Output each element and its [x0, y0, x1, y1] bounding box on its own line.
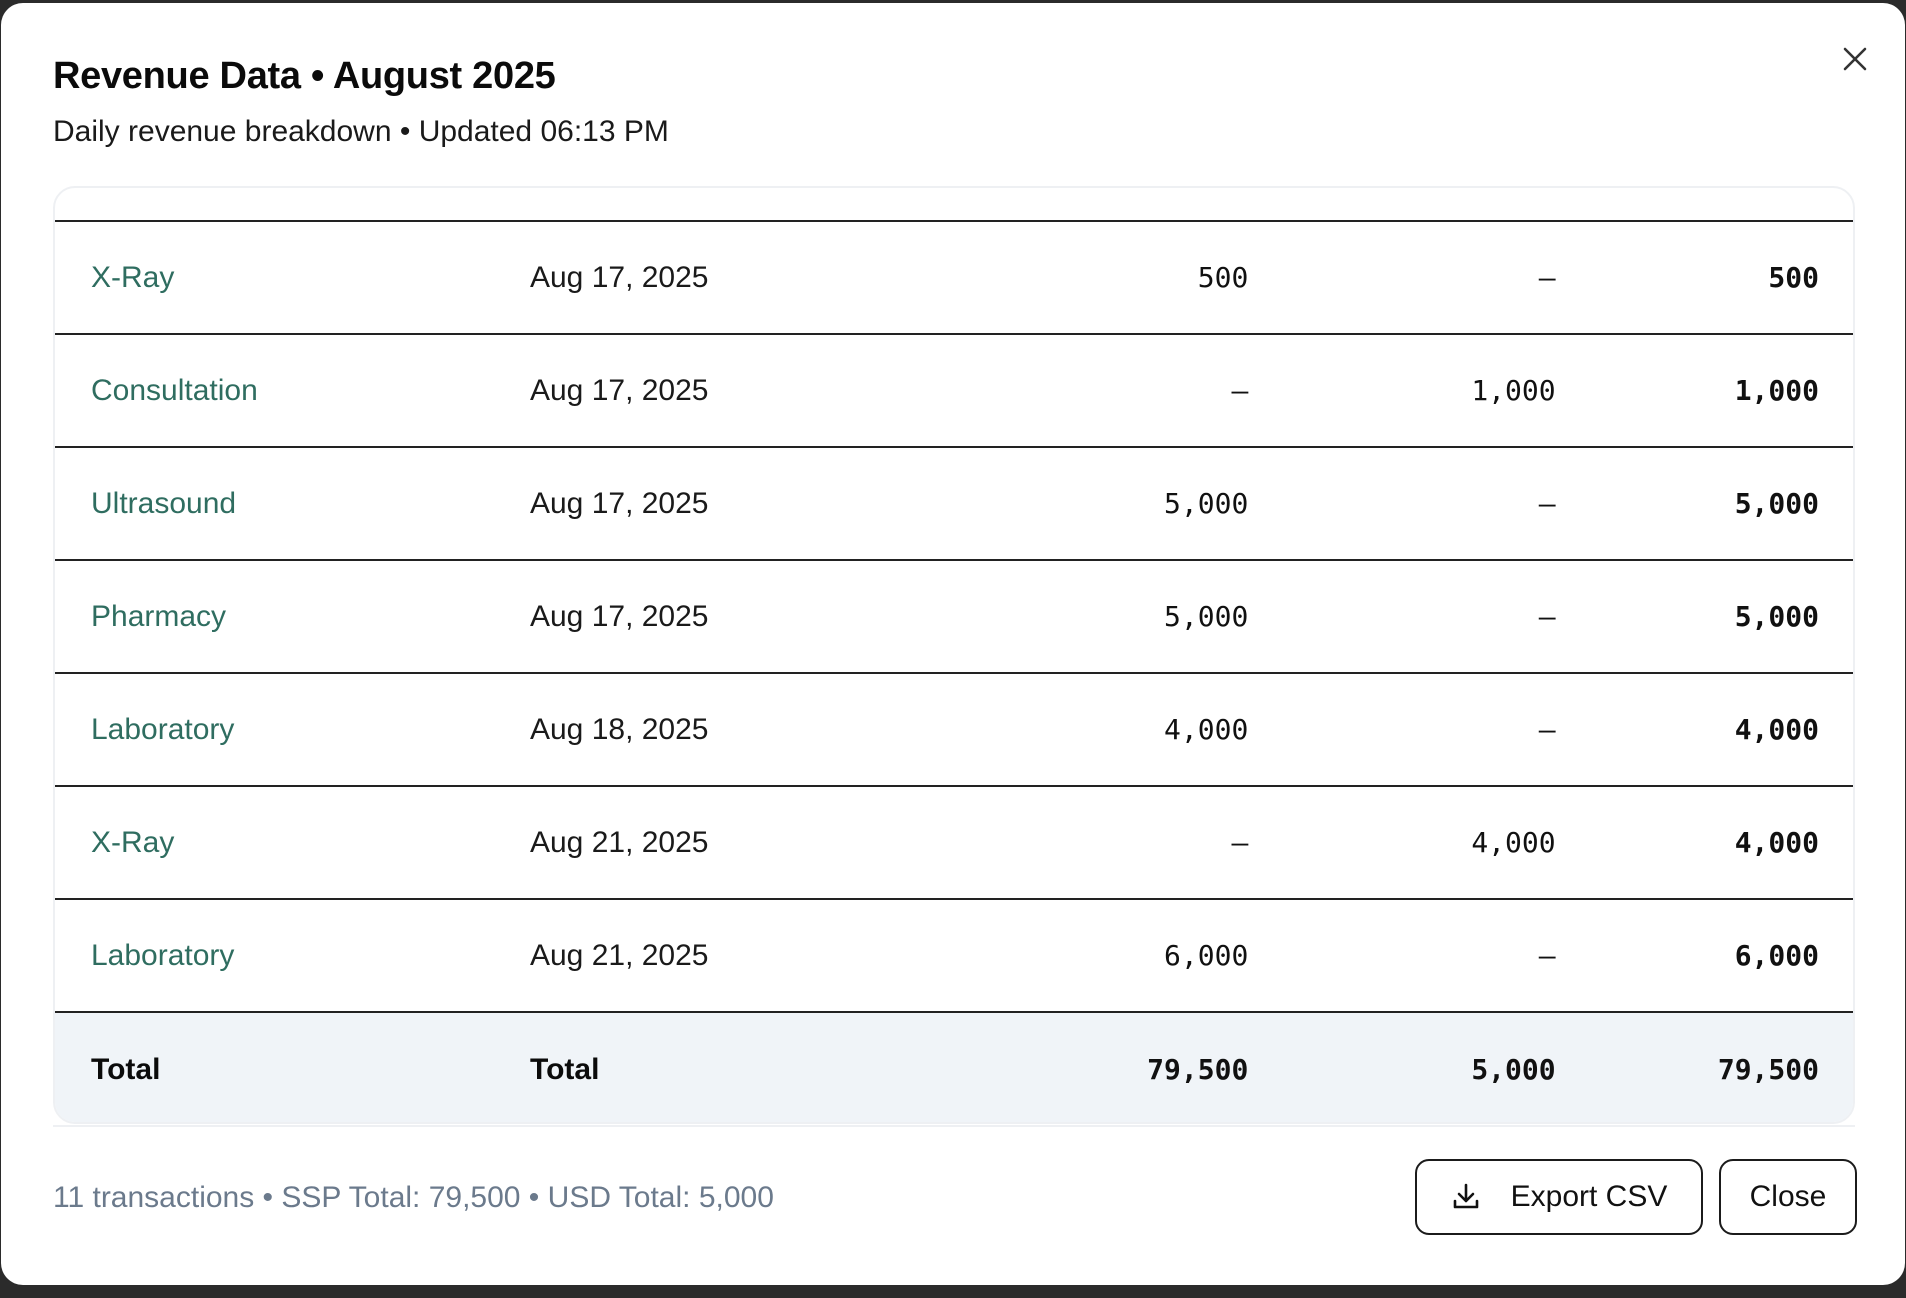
transactions-summary: 11 transactions • SSP Total: 79,500 • US… [53, 1181, 774, 1214]
date-cell: Aug 21, 2025 [529, 825, 709, 859]
ssp-amount-cell: 500 [1197, 261, 1249, 294]
service-cell[interactable]: Laboratory [55, 713, 530, 747]
date-cell: Aug 18, 2025 [529, 712, 709, 746]
row-total-cell: 4,000 [1734, 713, 1819, 746]
date-cell: Aug 17, 2025 [529, 260, 709, 294]
service-cell[interactable]: Pharmacy [55, 600, 530, 634]
date-cell: Aug 17, 2025 [529, 599, 709, 633]
service-cell[interactable]: X-Ray [55, 261, 530, 295]
usd-amount-cell: — [1538, 487, 1556, 520]
ssp-amount-cell: 5,000 [1164, 600, 1249, 633]
close-icon[interactable] [1835, 39, 1875, 79]
row-total-cell: 500 [1768, 261, 1819, 294]
export-csv-button[interactable]: Export CSV [1415, 1159, 1703, 1235]
footer-divider [53, 1125, 1855, 1127]
table-row: Consultation Aug 17, 2025 — 1,000 1,000 [55, 335, 1853, 448]
usd-amount-cell: — [1538, 600, 1556, 633]
service-cell[interactable]: Laboratory [55, 939, 530, 973]
date-cell: Aug 21, 2025 [529, 938, 709, 972]
modal-subtitle: Daily revenue breakdown • Updated 06:13 … [53, 115, 669, 148]
export-csv-label: Export CSV [1510, 1180, 1668, 1213]
revenue-table[interactable]: X-Ray Aug 17, 2025 500—500 Consultation Aug … [53, 186, 1855, 1124]
table-row: X-Ray Aug 17, 2025 500 — 500 [55, 222, 1853, 335]
total-date-cell: Total [529, 1052, 600, 1086]
table-row: Laboratory Aug 18, 2025 4,000 — 4,000 [55, 674, 1853, 787]
ssp-amount-cell: 4,000 [1164, 713, 1249, 746]
table-row: Pharmacy Aug 17, 2025 5,000 — 5,000 [55, 561, 1853, 674]
usd-amount-cell: — [1538, 713, 1556, 746]
row-total-cell: 5,000 [1734, 487, 1819, 520]
usd-amount-cell: — [1538, 939, 1556, 972]
row-total-cell: 1,000 [1734, 374, 1819, 407]
date-cell: Aug 17, 2025 [529, 486, 709, 520]
ssp-amount-cell: — [1231, 374, 1249, 407]
ssp-amount-cell: 5,000 [1164, 487, 1249, 520]
row-total-cell: 6,000 [1734, 939, 1819, 972]
service-cell[interactable]: X-Ray [55, 826, 530, 860]
table-header-area [55, 188, 1853, 222]
close-button[interactable]: Close [1719, 1159, 1857, 1235]
close-button-label: Close [1749, 1180, 1827, 1213]
total-total-cell: 79,500 [1717, 1053, 1819, 1086]
total-ssp-cell: 79,500 [1147, 1053, 1249, 1086]
ssp-amount-cell: — [1231, 826, 1249, 859]
total-service-cell: Total [91, 1052, 161, 1086]
revenue-data-modal: Revenue Data • August 2025 Daily revenue… [1, 3, 1905, 1285]
modal-title: Revenue Data • August 2025 [53, 55, 556, 97]
ssp-amount-cell: 6,000 [1164, 939, 1249, 972]
date-cell: Aug 17, 2025 [529, 373, 709, 407]
service-cell[interactable]: Ultrasound [55, 487, 530, 521]
row-total-cell: 5,000 [1734, 600, 1819, 633]
usd-amount-cell: 1,000 [1471, 374, 1556, 407]
download-icon [1451, 1182, 1481, 1212]
table-row: X-Ray Aug 21, 2025 — 4,000 4,000 [55, 787, 1853, 900]
table-row: Laboratory Aug 21, 2025 6,000 — 6,000 [55, 900, 1853, 1013]
row-total-cell: 4,000 [1734, 826, 1819, 859]
table-row: Ultrasound Aug 17, 2025 5,000 — 5,000 [55, 448, 1853, 561]
service-cell[interactable]: Consultation [55, 374, 530, 408]
usd-amount-cell: 4,000 [1471, 826, 1556, 859]
total-usd-cell: 5,000 [1471, 1053, 1556, 1086]
usd-amount-cell: — [1538, 261, 1556, 294]
total-row: Total Total 79,500 5,000 79,500 [55, 1013, 1853, 1122]
